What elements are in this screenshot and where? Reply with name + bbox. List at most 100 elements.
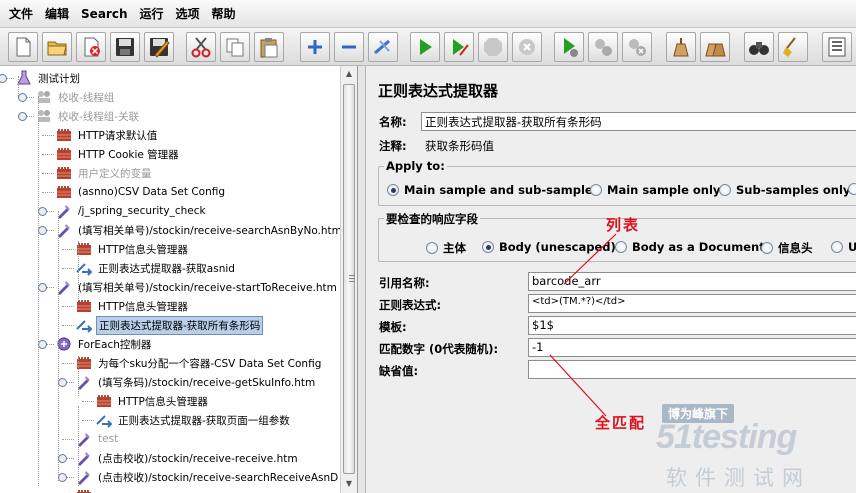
tree-expander-icon[interactable] [0,74,7,83]
tree-node[interactable]: (点击校收)/stockin/receive-searchReceiveAsnD [76,468,340,486]
split-pane-divider[interactable] [358,66,366,493]
radio-body[interactable]: 主体 [426,240,466,256]
remote-start-button[interactable] [554,32,584,62]
scroll-thumb[interactable] [343,84,355,474]
reset-search-icon [783,37,796,57]
name-field[interactable]: 正则表达式提取器-获取所有条形码 [421,112,856,131]
tree-node[interactable]: (asnno)CSV Data Set Config [56,183,227,201]
menu-edit[interactable]: 编辑 [45,5,69,22]
menu-options[interactable]: 选项 [176,5,200,22]
default-value-field[interactable] [528,360,856,379]
match-number-field[interactable]: -1 [528,338,856,357]
tree-expander-icon[interactable] [38,226,47,235]
tree-node[interactable]: /j_spring_security_check [56,202,208,220]
radio-url[interactable]: U [831,240,856,254]
tree-node[interactable]: (点击校收)/stockin/receive-receive.htm [76,449,300,467]
close-file-button[interactable] [76,32,106,62]
stop-button[interactable] [478,32,508,62]
tree-expander-icon[interactable] [58,454,67,463]
tree-expander-icon[interactable] [38,207,47,216]
default-value-label: 缺省值: [379,364,419,378]
paste-button[interactable] [254,32,284,62]
clear-button[interactable] [666,32,696,62]
tree-node[interactable]: HTTP请求默认值 [56,126,159,144]
tree-node[interactable]: HTTP信息头管理器 [76,297,190,315]
clear-all-button[interactable] [700,32,730,62]
search-button[interactable] [744,32,774,62]
remote-stop-button[interactable] [588,32,618,62]
scroll-down-icon[interactable]: ▼ [342,476,356,492]
radio-headers[interactable]: 信息头 [761,240,813,256]
tree-node[interactable]: 用户定义的变量 [56,164,154,182]
menu-help[interactable]: 帮助 [212,5,236,22]
radio-body-as-document[interactable]: Body as a Document [615,240,765,254]
tree-node[interactable]: 校收-线程组-关联 [36,107,141,125]
match-number-label: 匹配数字 (0代表随机): [379,342,499,356]
comment-field[interactable]: 获取条形码值 [421,136,856,155]
config-element-icon [56,127,72,143]
tree-node[interactable]: (填写条码)/stockin/receive-getSkuInfo.htm [76,373,317,391]
start-button[interactable] [410,32,440,62]
tree-node[interactable]: ForEach控制器 [56,335,153,353]
tree-node-label: 校收-线程组-关联 [58,110,140,123]
start-no-pause-button[interactable] [444,32,474,62]
radio-body-unescaped[interactable]: Body (unescaped) [482,240,616,254]
new-button[interactable] [8,32,38,62]
reset-search-button[interactable] [778,32,808,62]
tree-node[interactable]: HTTP信息头管理器 [76,240,190,258]
radio-jmeter-variable[interactable] [848,183,856,195]
collapse-button[interactable] [334,32,364,62]
tree-node[interactable]: 校收-线程组 [36,88,116,106]
menu-run[interactable]: 运行 [139,5,163,22]
tree-node[interactable] [76,487,100,493]
tree-expander-icon[interactable] [18,93,27,102]
tree-expander-icon[interactable] [38,283,47,292]
remote-shutdown-button[interactable] [622,32,652,62]
tree-node[interactable]: (填写相关单号)/stockin/receive-startToReceive.… [56,278,339,296]
clear-icon [673,38,689,57]
shutdown-button[interactable] [512,32,542,62]
copy-button[interactable] [220,32,250,62]
tree-expander-icon[interactable] [58,473,67,482]
name-label: 名称: [379,115,407,129]
radio-main-only[interactable]: Main sample only [590,183,720,197]
tree-node[interactable]: HTTP Cookie 管理器 [56,145,181,163]
cut-button[interactable] [186,32,216,62]
tree-node[interactable]: 测试计划 [16,69,82,87]
template-field[interactable]: $1$ [528,316,856,335]
tree-node-label: (填写条码)/stockin/receive-getSkuInfo.htm [98,376,316,389]
toggle-button[interactable] [368,32,398,62]
tree-node[interactable]: 为每个sku分配一个容器-CSV Data Set Config [76,354,323,372]
tree-node[interactable]: 正则表达式提取器-获取所有条形码 [76,315,264,335]
tree-node[interactable]: (填写相关单号)/stockin/receive-searchAsnByNo.h… [56,221,344,239]
watermark-cn: 软件测试网 [666,466,811,490]
menu-file[interactable]: 文件 [9,5,33,22]
tree-expander-icon[interactable] [38,340,47,349]
config-element-icon [76,488,92,493]
radio-main-and-sub[interactable]: Main sample and sub-samples [387,183,600,197]
save-button[interactable] [110,32,140,62]
open-icon [47,41,67,56]
tree-node[interactable]: HTTP信息头管理器 [96,392,210,410]
function-helper-button[interactable] [822,32,852,62]
radio-sub-only[interactable]: Sub-samples only [719,183,850,197]
tree-expander-icon[interactable] [58,378,67,387]
tree-expander-icon[interactable] [18,112,27,121]
scroll-up-icon[interactable]: ▲ [342,66,356,82]
cut-icon [191,37,211,58]
copy-icon [226,38,244,57]
regex-field[interactable]: <td>(TM.*?)</td> [528,294,856,313]
test-plan-tree[interactable]: 测试计划 校收-线程组校收-线程组-关联 HTTP请求默认值 HTTP Cookie … [0,66,358,493]
remote-start-icon [564,38,578,57]
expand-button[interactable] [300,32,330,62]
menu-search[interactable]: Search [81,7,127,21]
tree-node[interactable]: 正则表达式提取器-获取页面一组参数 [96,411,292,429]
open-button[interactable] [42,32,72,62]
reference-name-field[interactable]: barcode_arr [528,272,856,291]
radio-icon [615,241,627,253]
tree-scrollbar[interactable]: ▲ ▼ [340,66,357,493]
tree-node[interactable]: 正则表达式提取器-获取asnid [76,259,237,277]
radio-label: Main sample and sub-samples [404,183,600,197]
tree-node[interactable]: test [76,430,120,448]
save-as-button[interactable] [144,32,174,62]
